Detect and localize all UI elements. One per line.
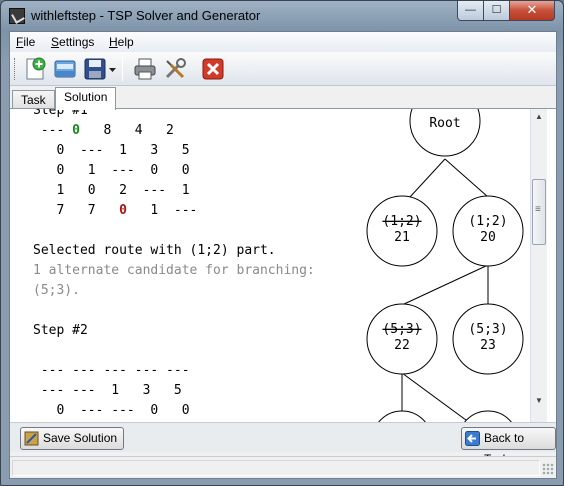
solution-line: --- --- --- --- --- <box>33 363 190 378</box>
menu-help[interactable]: Help <box>109 35 134 49</box>
tree-node-value: 20 <box>480 230 496 245</box>
tab-strip: Task Solution <box>10 87 556 110</box>
maximize-icon: ☐ <box>491 4 502 16</box>
save-dropdown[interactable] <box>108 56 118 82</box>
tab-task-label: Task <box>21 93 46 107</box>
matrix-text: 1 --- <box>126 203 198 218</box>
title-bar[interactable]: withleftstep - TSP Solver and Generator … <box>1 1 563 31</box>
tools-icon <box>165 58 186 79</box>
new-button[interactable] <box>22 56 48 82</box>
new-document-icon <box>26 57 46 80</box>
solution-line: Selected route with (1;2) part. <box>33 243 276 258</box>
solution-line: 1 0 2 --- 1 <box>33 183 190 198</box>
solution-panel: Root (1;2) 21 (1;2) 20 (5;3) 22 (5;3) 23… <box>10 108 556 422</box>
tree-edge <box>401 264 489 306</box>
bottom-bar: Save Solution Back to Task <box>10 422 556 466</box>
matrix-highlight: 0 <box>119 203 127 218</box>
solution-line: --- --- 1 3 5 <box>33 383 182 398</box>
menu-help-label: elp <box>117 35 134 49</box>
menu-bar: File Settings Help <box>10 32 556 52</box>
tree-node-label: (5;3) <box>468 322 507 337</box>
app-window: withleftstep - TSP Solver and Generator … <box>0 0 564 486</box>
tree-node-label: (5;3) <box>382 322 421 337</box>
matrix-text: --- <box>33 123 73 138</box>
matrix-text: 8 4 2 <box>79 123 174 138</box>
print-icon <box>134 58 156 80</box>
solution-line: 7 7 0 1 --- <box>33 203 197 219</box>
tree-node-label: (1;2) <box>468 214 507 229</box>
matrix-text: 7 7 <box>33 203 120 218</box>
tree-edge <box>444 158 489 198</box>
status-bar <box>10 456 556 478</box>
menu-file-label: ile <box>23 35 36 49</box>
window-title: withleftstep - TSP Solver and Generator <box>31 8 261 23</box>
toolbar-grip[interactable] <box>14 58 17 80</box>
save-solution-button[interactable]: Save Solution <box>20 427 125 450</box>
tree-edge <box>409 158 446 198</box>
tab-solution-label: Solution <box>64 90 108 104</box>
solution-line: (5;3). <box>33 283 80 298</box>
solution-line: 1 alternate candidate for branching: <box>33 263 315 278</box>
exit-icon <box>202 58 224 80</box>
dropdown-arrow-icon <box>109 68 116 72</box>
print-button[interactable] <box>132 56 158 82</box>
tree-node-value: 22 <box>394 338 410 353</box>
solution-line: 0 --- 1 3 5 <box>33 143 190 158</box>
exit-button[interactable] <box>200 56 226 82</box>
save-solution-icon <box>24 431 39 446</box>
tree-root-label: Root <box>429 116 460 131</box>
tree-node-label: (1;2) <box>382 214 421 229</box>
solution-line: --- 0 8 4 2 <box>33 123 174 139</box>
scroll-thumb[interactable] <box>532 179 546 245</box>
menu-file[interactable]: File <box>16 35 35 49</box>
back-to-task-button[interactable]: Back to Task <box>461 427 556 466</box>
tab-task[interactable]: Task <box>12 90 55 109</box>
scroll-down-button[interactable]: ▼ <box>531 393 547 409</box>
open-button[interactable] <box>52 56 78 82</box>
toolbar-separator <box>122 57 123 81</box>
tab-solution[interactable]: Solution <box>55 87 117 110</box>
close-button[interactable]: ✕ <box>509 1 555 21</box>
save-button[interactable] <box>82 56 108 82</box>
solution-line: 0 --- --- 0 0 <box>33 403 190 418</box>
tree-node-value: 23 <box>480 338 496 353</box>
maximize-button[interactable]: ☐ <box>483 1 510 21</box>
tools-button[interactable] <box>162 56 188 82</box>
status-field <box>12 460 540 476</box>
scroll-up-button[interactable]: ▲ <box>531 109 547 125</box>
menu-help-accel: H <box>109 35 118 49</box>
scroll-up-icon: ▲ <box>535 112 543 121</box>
app-icon[interactable] <box>9 8 25 24</box>
save-solution-label: Save Solution <box>43 431 118 445</box>
tree-node-value: 21 <box>394 230 410 245</box>
client-area: File Settings Help Task Solution Root (1… <box>9 31 557 479</box>
vertical-scrollbar[interactable]: ▲ ▼ <box>530 109 547 422</box>
back-arrow-icon <box>465 431 480 446</box>
solution-text[interactable]: Root (1;2) 21 (1;2) 20 (5;3) 22 (5;3) 23… <box>10 109 530 422</box>
minimize-icon: — <box>465 4 476 16</box>
menu-settings[interactable]: Settings <box>51 35 94 49</box>
open-icon <box>54 60 76 78</box>
close-icon: ✕ <box>526 2 538 17</box>
matrix-highlight: 0 <box>72 123 80 138</box>
scroll-down-icon: ▼ <box>535 396 543 405</box>
resize-grip[interactable] <box>542 463 554 475</box>
solution-line: Step #2 <box>33 323 88 338</box>
tree-node[interactable] <box>372 410 432 422</box>
menu-settings-accel: S <box>51 35 60 49</box>
menu-settings-label: ettings <box>59 35 95 49</box>
tree-node[interactable] <box>458 410 518 422</box>
minimize-button[interactable]: — <box>457 1 484 21</box>
solution-line: 0 1 --- 0 0 <box>33 163 190 178</box>
solution-line: Step #1 <box>33 109 88 118</box>
save-icon <box>84 58 106 80</box>
toolbar <box>10 52 556 86</box>
